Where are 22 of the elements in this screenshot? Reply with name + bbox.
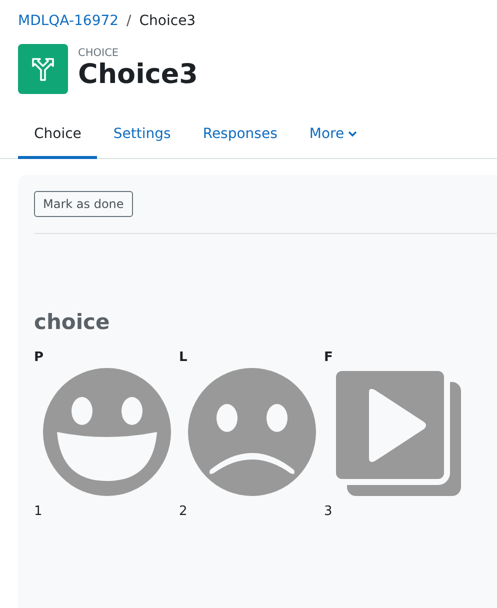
section-heading: choice [34,310,111,334]
page-title: Choice3 [78,59,198,91]
nav-tab[interactable]: Settings [97,116,187,159]
sad-face-icon[interactable] [188,368,316,496]
option-label: L [179,350,188,366]
option-value: 1 [34,504,44,519]
activity-type-label: CHOICE [78,47,120,59]
play-icon[interactable] [333,368,461,496]
nav-tab[interactable]: Choice [18,116,98,159]
nav-tab[interactable]: Responses [186,116,294,159]
breadcrumb-separator: / [126,13,132,29]
option-value: 3 [324,504,334,519]
breadcrumb-link[interactable]: MDLQA-16972 [18,13,119,29]
option-label: F [324,350,334,366]
option-value: 2 [179,504,188,519]
grinning-face-icon[interactable] [43,368,171,496]
option-label: P [34,350,45,366]
breadcrumb-current: Choice3 [139,13,196,29]
signpost-icon [18,44,68,94]
caret-icon [348,131,358,137]
nav-tab[interactable]: More [293,116,374,159]
mark-as-done-button[interactable]: Mark as done [34,191,133,217]
